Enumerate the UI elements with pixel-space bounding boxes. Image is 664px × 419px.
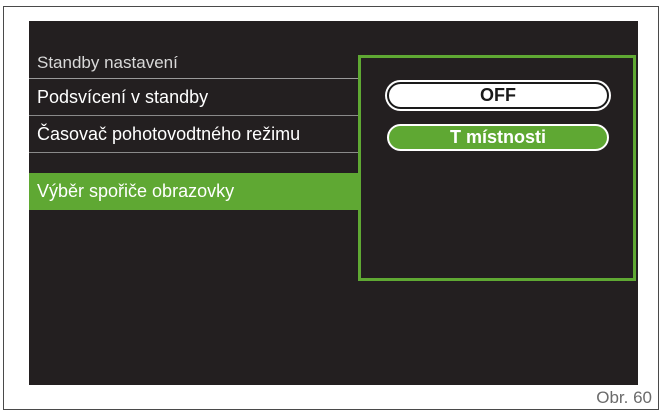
menu-item-backlight-standby[interactable]: Podsvícení v standby (29, 79, 360, 116)
screensaver-options-popup: OFF T místnosti (358, 55, 636, 281)
device-screen: Standby nastavení Podsvícení v standby Č… (29, 21, 638, 385)
menu-title: Standby nastavení (29, 49, 360, 79)
menu-item-screensaver-selected[interactable]: Výběr spořiče obrazovky (29, 173, 360, 210)
figure-caption: Obr. 60 (596, 388, 652, 407)
menu-item-standby-timer[interactable]: Časovač pohotovodtného režimu (29, 116, 360, 153)
option-room-temperature-button[interactable]: T místnosti (387, 124, 609, 151)
option-off-button[interactable]: OFF (387, 82, 609, 109)
